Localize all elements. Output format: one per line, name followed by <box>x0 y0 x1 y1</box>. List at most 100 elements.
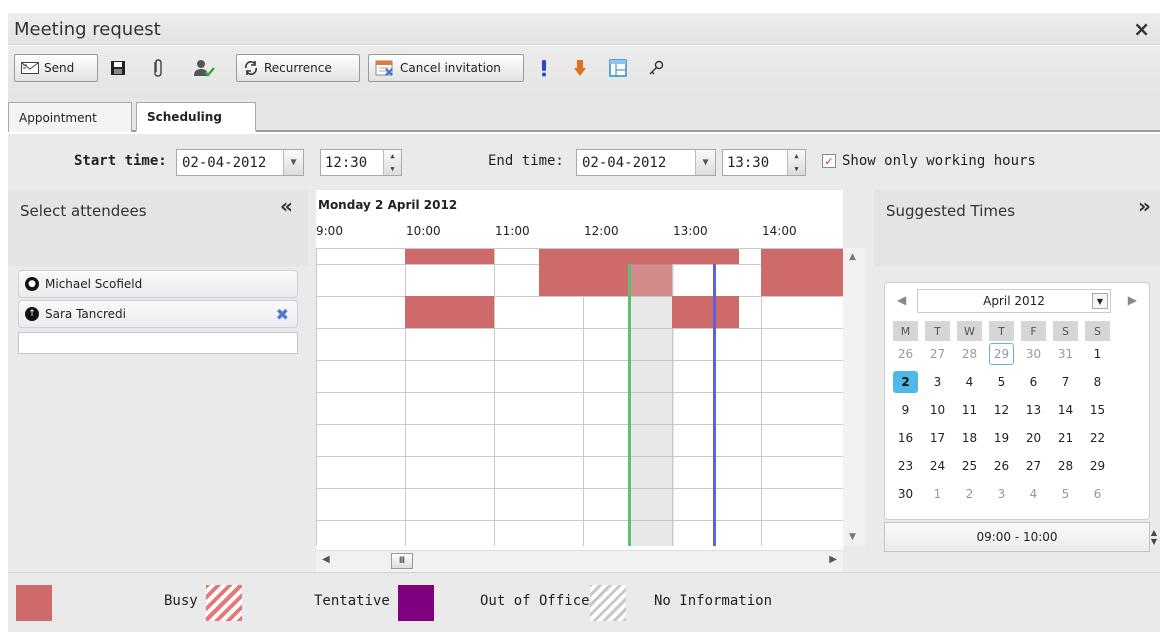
attendees-title: Select attendees <box>20 202 147 220</box>
scroll-down-icon[interactable]: ▼ <box>849 532 856 542</box>
tab-appointment[interactable]: Appointment <box>8 102 132 132</box>
next-month-icon[interactable]: ▶ <box>1128 293 1137 307</box>
spin-up-icon[interactable]: ▲ <box>384 150 401 163</box>
spin-down-icon[interactable]: ▼ <box>384 163 401 176</box>
calendar-day[interactable]: 3 <box>925 371 950 393</box>
horizontal-scrollbar[interactable]: ◀ Ⅲ ▶ <box>316 550 843 572</box>
calendar-day[interactable]: 19 <box>989 427 1014 449</box>
calendar-day[interactable]: 1 <box>925 483 950 505</box>
calendar-day[interactable]: 2 <box>957 483 982 505</box>
calendar-day[interactable]: 22 <box>1085 427 1110 449</box>
calendar-day[interactable]: 6 <box>1085 483 1110 505</box>
recurrence-button[interactable]: Recurrence <box>236 54 360 82</box>
calendar-day[interactable]: 29 <box>989 343 1014 365</box>
calendar-day[interactable]: 25 <box>957 455 982 477</box>
calendar-day[interactable]: 17 <box>925 427 950 449</box>
calendar-day[interactable]: 12 <box>989 399 1014 421</box>
calendar-day[interactable]: 4 <box>957 371 982 393</box>
calendar-day[interactable]: 3 <box>989 483 1014 505</box>
remove-attendee-icon[interactable]: ✖ <box>276 305 289 324</box>
check-names-icon[interactable] <box>192 58 216 78</box>
mini-calendar: ◀ April 2012 ▼ ▶ MTWTFSS 26 27 28 29 30 31 1 2 3… <box>884 282 1150 520</box>
key-icon[interactable] <box>646 58 666 78</box>
calendar-day[interactable]: 4 <box>1021 483 1046 505</box>
send-button[interactable]: Send <box>14 54 98 82</box>
attendee-row[interactable]: ↑ Sara Tancredi ✖ <box>18 300 298 328</box>
calendar-day[interactable]: 16 <box>893 427 918 449</box>
calendar-day[interactable]: 24 <box>925 455 950 477</box>
calendar-day[interactable]: 9 <box>893 399 918 421</box>
add-attendee-input[interactable] <box>18 332 298 354</box>
month-selector[interactable]: April 2012 ▼ <box>917 289 1111 313</box>
chevron-down-icon[interactable]: ▼ <box>695 150 715 175</box>
chevron-down-icon[interactable]: ▼ <box>283 150 303 175</box>
calendar-day[interactable]: 10 <box>925 399 950 421</box>
start-marker[interactable] <box>628 264 631 546</box>
calendar-day[interactable]: 11 <box>957 399 982 421</box>
attachment-icon[interactable] <box>148 58 168 78</box>
calendar-day[interactable]: 14 <box>1053 399 1078 421</box>
start-date-picker[interactable]: 02-04-2012 ▼ <box>176 149 304 176</box>
suggested-title: Suggested Times <box>886 202 1016 220</box>
calendar-day[interactable]: 28 <box>1053 455 1078 477</box>
cancel-invitation-button[interactable]: Cancel invitation <box>368 54 524 82</box>
scheduling-grid: Monday 2 April 2012 9:00 10:00 11:00 12:… <box>316 190 843 574</box>
chevron-down-icon[interactable]: ▼ <box>1092 293 1108 309</box>
calendar-day[interactable]: 30 <box>1021 343 1046 365</box>
calendar-day[interactable]: 20 <box>1021 427 1046 449</box>
calendar-day[interactable]: 6 <box>1021 371 1046 393</box>
attendee-row[interactable]: ● Michael Scofield <box>18 270 298 298</box>
scroll-right-icon[interactable]: ▶ <box>829 554 837 565</box>
calendar-day[interactable]: 5 <box>989 371 1014 393</box>
calendar-day[interactable]: 30 <box>893 483 918 505</box>
scroll-up-icon[interactable]: ▲ <box>849 252 856 262</box>
working-hours-checkbox[interactable]: ✓ <box>822 154 836 168</box>
spin-up-icon[interactable]: ▲ <box>1151 528 1157 537</box>
close-icon[interactable]: × <box>1133 17 1150 41</box>
vertical-scrollbar[interactable]: ▲ ▼ <box>843 248 865 546</box>
expand-icon[interactable]: » <box>1138 194 1151 218</box>
scroll-left-icon[interactable]: ◀ <box>322 554 330 565</box>
suggested-slot[interactable]: 09:00 - 10:00 <box>884 522 1150 552</box>
low-importance-icon[interactable] <box>570 58 590 78</box>
end-date-picker[interactable]: 02-04-2012 ▼ <box>576 149 716 176</box>
end-marker[interactable] <box>713 264 716 546</box>
calendar-day[interactable]: 8 <box>1085 371 1110 393</box>
calendar-day[interactable]: 27 <box>1021 455 1046 477</box>
tab-bar: Appointment Scheduling <box>8 98 1160 132</box>
calendar-day[interactable]: 23 <box>893 455 918 477</box>
calendar-day[interactable]: 29 <box>1085 455 1110 477</box>
spin-down-icon[interactable]: ▼ <box>1151 537 1157 546</box>
calendar-day[interactable]: 21 <box>1053 427 1078 449</box>
save-icon[interactable] <box>108 58 128 78</box>
busy-block <box>672 296 739 328</box>
spin-up-icon[interactable]: ▲ <box>788 150 805 163</box>
end-time-stepper[interactable]: 13:30 ▲ ▼ <box>722 149 806 176</box>
calendar-day[interactable]: 27 <box>925 343 950 365</box>
calendar-day[interactable]: 5 <box>1053 483 1078 505</box>
calendar-day[interactable]: 1 <box>1085 343 1110 365</box>
grid-body[interactable] <box>316 248 843 546</box>
high-importance-icon[interactable] <box>534 58 554 78</box>
calendar-day[interactable]: 7 <box>1053 371 1078 393</box>
calendar-day[interactable]: 31 <box>1053 343 1078 365</box>
prev-month-icon[interactable]: ◀ <box>897 293 906 307</box>
layout-icon[interactable] <box>608 58 628 78</box>
calendar-day[interactable]: 26 <box>893 343 918 365</box>
collapse-icon[interactable]: « <box>280 194 293 218</box>
start-time-stepper[interactable]: 12:30 ▲ ▼ <box>320 149 402 176</box>
tab-scheduling[interactable]: Scheduling <box>136 102 256 132</box>
calendar-day[interactable]: 13 <box>1021 399 1046 421</box>
legend: Busy Tentative Out of Office No Informat… <box>8 572 1160 632</box>
calendar-day[interactable]: 28 <box>957 343 982 365</box>
calendar-day[interactable]: 15 <box>1085 399 1110 421</box>
slot-stepper[interactable]: ▲ ▼ <box>1148 522 1160 552</box>
spin-down-icon[interactable]: ▼ <box>788 163 805 176</box>
scroll-thumb[interactable]: Ⅲ <box>391 553 413 569</box>
title-bar: Meeting request × <box>8 13 1160 45</box>
calendar-day[interactable]: 2 <box>893 371 918 393</box>
recurrence-icon <box>245 61 257 75</box>
weekday-header: S <box>1053 321 1078 341</box>
calendar-day[interactable]: 18 <box>957 427 982 449</box>
calendar-day[interactable]: 26 <box>989 455 1014 477</box>
